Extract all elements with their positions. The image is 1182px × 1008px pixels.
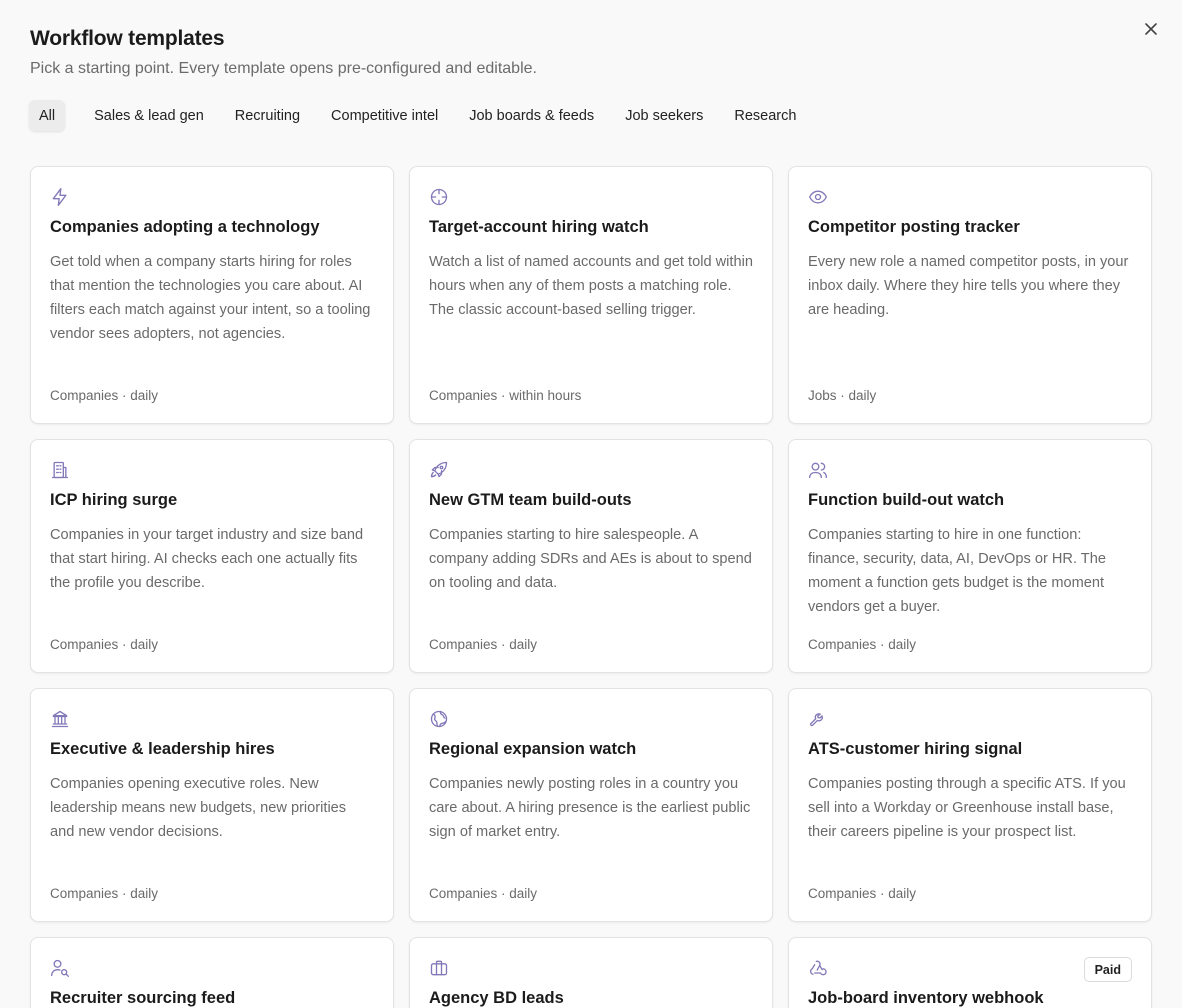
tab-research[interactable]: Research — [724, 100, 806, 131]
template-grid-row: Recruiter sourcing feed Agency BD leads … — [30, 937, 1152, 1008]
card-description: Get told when a company starts hiring fo… — [50, 254, 371, 342]
template-grid-row: ICP hiring surge Companies in your targe… — [30, 439, 1152, 673]
template-card[interactable]: Competitor posting tracker Every new rol… — [788, 166, 1152, 424]
card-title: New GTM team build-outs — [429, 491, 632, 509]
card-description: Companies opening executive roles. New l… — [50, 776, 347, 840]
card-meta: Companies · daily — [808, 637, 917, 652]
template-grid-row: Companies adopting a technology Get told… — [30, 166, 1152, 424]
card-title: ICP hiring surge — [50, 491, 178, 509]
template-card[interactable]: Paid Job-board inventory webhook — [788, 937, 1152, 1008]
card-title: Agency BD leads — [429, 989, 564, 1007]
page-title: Workflow templates — [30, 27, 225, 50]
card-meta: Companies · daily — [50, 886, 159, 901]
crosshair-icon — [430, 188, 448, 206]
card-description: Companies starting to hire in one functi… — [808, 527, 1106, 615]
landmark-icon — [51, 710, 69, 728]
tab-competitive-intel[interactable]: Competitive intel — [321, 100, 448, 131]
card-title: Recruiter sourcing feed — [50, 989, 236, 1007]
tab-job-seekers[interactable]: Job seekers — [615, 100, 713, 131]
building-icon — [51, 461, 69, 479]
template-card[interactable]: Recruiter sourcing feed — [30, 937, 394, 1008]
tab-all[interactable]: All — [29, 100, 66, 131]
card-meta: Companies · daily — [808, 886, 917, 901]
template-card[interactable]: New GTM team build-outs Companies starti… — [409, 439, 773, 673]
card-description: Every new role a named competitor posts,… — [808, 254, 1129, 318]
card-title: Regional expansion watch — [429, 740, 637, 758]
template-card[interactable]: ICP hiring surge Companies in your targe… — [30, 439, 394, 673]
wrench-icon — [809, 713, 823, 727]
card-title: ATS-customer hiring signal — [808, 740, 1023, 758]
template-card[interactable]: Companies adopting a technology Get told… — [30, 166, 394, 424]
card-meta: Companies · within hours — [429, 388, 582, 403]
card-title: Companies adopting a technology — [50, 218, 320, 236]
card-description: Companies posting through a specific ATS… — [808, 776, 1126, 840]
globe-icon — [430, 710, 448, 728]
card-meta: Companies · daily — [50, 637, 159, 652]
card-meta: Companies · daily — [429, 886, 538, 901]
card-description: Companies starting to hire salespeople. … — [429, 527, 752, 591]
rocket-icon — [430, 461, 448, 478]
close-icon — [1145, 23, 1157, 35]
template-card[interactable]: Regional expansion watch Companies newly… — [409, 688, 773, 922]
card-description: Companies newly posting roles in a count… — [429, 776, 751, 840]
tab-job-boards-feeds[interactable]: Job boards & feeds — [459, 100, 604, 131]
user-search-icon — [51, 959, 70, 977]
template-card[interactable]: Executive & leadership hires Companies o… — [30, 688, 394, 922]
card-title: Target-account hiring watch — [429, 218, 649, 236]
card-title: Job-board inventory webhook — [808, 989, 1044, 1007]
card-meta: Jobs · daily — [808, 388, 877, 403]
webhook-icon — [810, 960, 827, 976]
tab-recruiting[interactable]: Recruiting — [225, 100, 310, 131]
lightning-icon — [52, 188, 67, 206]
card-description: Companies in your target industry and si… — [50, 527, 364, 591]
page-subtitle: Pick a starting point. Every template op… — [30, 60, 537, 77]
workflow-templates-modal: Workflow templates Pick a starting point… — [0, 0, 1182, 1008]
tab-sales-lead-gen[interactable]: Sales & lead gen — [84, 100, 214, 131]
users-icon — [809, 462, 827, 479]
template-card[interactable]: Agency BD leads — [409, 937, 773, 1008]
category-tabs: All Sales & lead gen Recruiting Competit… — [29, 100, 806, 131]
card-title: Function build-out watch — [808, 491, 1005, 509]
template-card[interactable]: Function build-out watch Companies start… — [788, 439, 1152, 673]
template-grid-row: Executive & leadership hires Companies o… — [30, 688, 1152, 922]
close-button[interactable] — [1138, 16, 1164, 42]
card-description: Watch a list of named accounts and get t… — [429, 254, 753, 318]
eye-icon — [809, 190, 827, 204]
card-title: Competitor posting tracker — [808, 218, 1020, 236]
card-title: Executive & leadership hires — [50, 740, 275, 758]
card-meta: Companies · daily — [50, 388, 159, 403]
template-card[interactable]: Target-account hiring watch Watch a list… — [409, 166, 773, 424]
card-meta: Companies · daily — [429, 637, 538, 652]
briefcase-icon — [430, 960, 448, 976]
paid-badge: Paid — [1083, 957, 1132, 982]
template-card[interactable]: ATS-customer hiring signal Companies pos… — [788, 688, 1152, 922]
